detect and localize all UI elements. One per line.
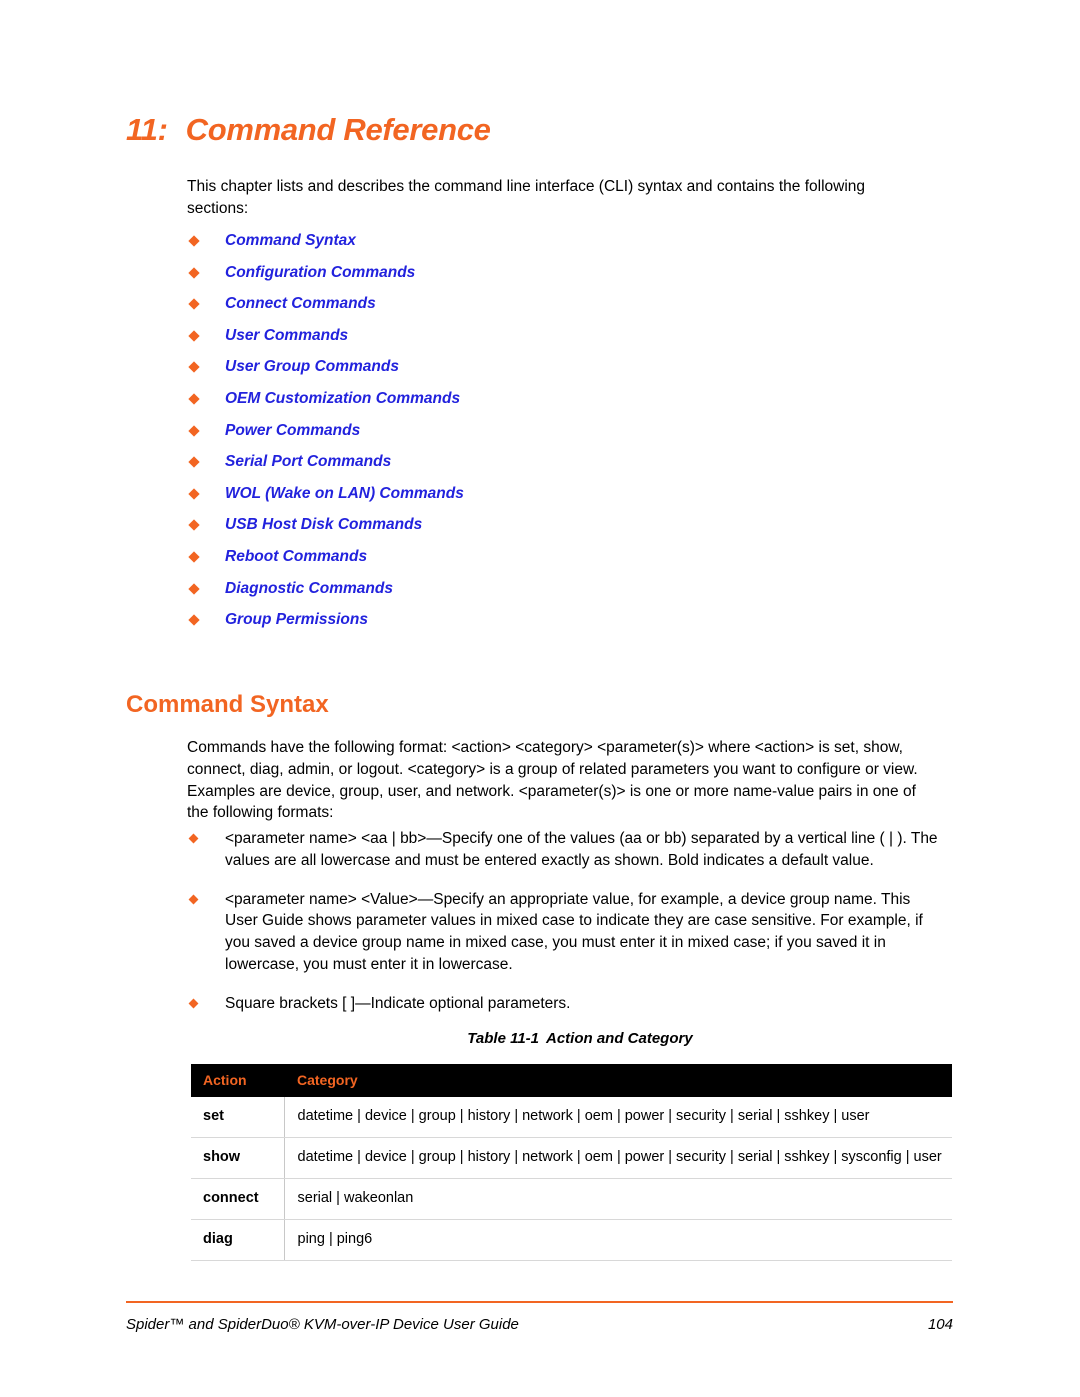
cell-category: datetime | device | group | history | ne… [284,1097,952,1138]
toc-link-usb-host-disk-commands[interactable]: USB Host Disk Commands [187,515,927,547]
syntax-bullet-item: <parameter name> <aa | bb>—Specify one o… [187,828,947,872]
diamond-bullet-icon [188,298,200,310]
syntax-bullet-text: Square brackets [ ]—Indicate optional pa… [225,994,571,1012]
table-row: show datetime | device | group | history… [191,1137,952,1179]
cell-action: set [191,1097,285,1138]
toc-link-command-syntax[interactable]: Command Syntax [187,231,927,263]
chapter-title-text: Command Reference [185,112,491,147]
column-header-category: Category [284,1064,952,1097]
section-heading-command-syntax: Command Syntax [126,691,329,718]
cell-category: ping | ping6 [284,1219,952,1261]
diamond-bullet-icon [188,424,200,437]
diamond-bullet-icon [188,833,199,844]
table-row: connect serial | wakeonlan [191,1178,952,1220]
page-footer: Spider™ and SpiderDuo® KVM-over-IP Devic… [126,1316,953,1333]
diamond-bullet-icon [188,361,200,374]
cell-action: connect [191,1178,285,1220]
footer-divider [126,1301,953,1303]
diamond-bullet-icon [188,551,200,563]
chapter-title: 11: Command Reference [126,112,491,148]
diamond-bullet-icon [188,582,200,595]
syntax-bullet-item: Square brackets [ ]—Indicate optional pa… [187,993,947,1015]
syntax-bullet-text: <parameter name> <Value>—Specify an appr… [225,890,923,973]
document-page: 11: Command Reference This chapter lists … [0,0,1080,1397]
diamond-bullet-icon [188,614,200,626]
table-header-row: Action Category [191,1064,952,1097]
toc-link-reboot-commands[interactable]: Reboot Commands [187,547,927,579]
section-link-list: Command Syntax Configuration Commands Co… [187,231,927,642]
action-category-table: Action Category set datetime | device | … [191,1064,952,1261]
table-caption-title: Action and Category [546,1030,693,1047]
toc-link-user-commands[interactable]: User Commands [187,326,927,358]
toc-link-label: OEM Customization Commands [225,389,461,407]
toc-link-label: Power Commands [225,421,361,439]
diamond-bullet-icon [188,266,200,279]
footer-guide-title: Spider™ and SpiderDuo® KVM-over-IP Devic… [126,1316,519,1333]
cell-action: diag [191,1219,285,1261]
section-paragraph: Commands have the following format: <act… [187,739,918,822]
toc-link-wol-commands[interactable]: WOL (Wake on LAN) Commands [187,484,927,516]
toc-link-power-commands[interactable]: Power Commands [187,421,927,453]
table-row: set datetime | device | group | history … [191,1097,952,1138]
table-caption-label: Table 11-1 [467,1030,539,1047]
cell-category: serial | wakeonlan [284,1178,952,1220]
table-row: diag ping | ping6 [191,1219,952,1261]
toc-link-label: User Group Commands [225,358,399,376]
toc-link-connect-commands[interactable]: Connect Commands [187,294,927,326]
table-caption: Table 11-1 Action and Category [0,1030,1080,1047]
toc-link-label: Reboot Commands [225,547,368,565]
diamond-bullet-icon [188,235,200,247]
toc-link-serial-port-commands[interactable]: Serial Port Commands [187,452,927,484]
diamond-bullet-icon [188,894,199,905]
intro-paragraph: This chapter lists and describes the com… [187,178,866,217]
syntax-bullet-list: <parameter name> <aa | bb>—Specify one o… [187,828,947,1032]
toc-link-label: USB Host Disk Commands [225,516,423,534]
syntax-bullet-item: <parameter name> <Value>—Specify an appr… [187,889,947,976]
toc-link-user-group-commands[interactable]: User Group Commands [187,357,927,389]
toc-link-label: Diagnostic Commands [225,579,393,597]
toc-link-label: User Commands [225,326,349,344]
toc-link-configuration-commands[interactable]: Configuration Commands [187,263,927,295]
cell-category: datetime | device | group | history | ne… [284,1137,952,1179]
toc-link-diagnostic-commands[interactable]: Diagnostic Commands [187,579,927,611]
diamond-bullet-icon [188,330,200,342]
toc-link-label: Serial Port Commands [225,453,392,471]
diamond-bullet-icon [188,998,199,1009]
toc-link-label: WOL (Wake on LAN) Commands [225,484,464,502]
syntax-bullet-text: <parameter name> <aa | bb>—Specify one o… [225,830,938,869]
diamond-bullet-icon [188,488,200,500]
column-header-action: Action [191,1064,284,1097]
footer-page-number: 104 [927,1316,953,1333]
toc-link-label: Command Syntax [225,232,356,249]
chapter-number: 11: [126,112,168,147]
diamond-bullet-icon [188,393,200,405]
cell-action: show [191,1137,285,1179]
diamond-bullet-icon [188,456,200,468]
toc-link-label: Configuration Commands [225,263,416,281]
toc-link-group-permissions[interactable]: Group Permissions [187,610,927,642]
toc-link-label: Connect Commands [225,295,376,313]
toc-link-oem-customization-commands[interactable]: OEM Customization Commands [187,389,927,421]
diamond-bullet-icon [188,519,200,532]
toc-link-label: Group Permissions [225,611,368,629]
